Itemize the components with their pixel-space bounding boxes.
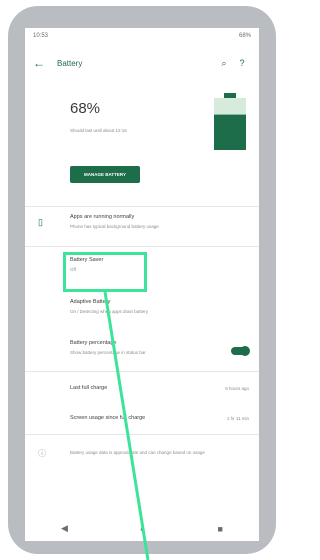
- app-bar: ← Battery ⌕ ?: [25, 48, 259, 78]
- nav-home-icon[interactable]: ●: [140, 524, 145, 534]
- battery-percentage-row[interactable]: Battery percentage Show battery percenta…: [25, 333, 259, 367]
- battery-percentage-subtitle: Show battery percentage in status bar: [70, 350, 146, 355]
- apps-status-subtitle: Phone has typical background battery usa…: [70, 224, 159, 229]
- status-battery: 68%: [238, 33, 251, 39]
- page-title: Battery: [57, 58, 83, 68]
- battery-percentage-toggle[interactable]: [231, 346, 250, 356]
- apps-status-title: Apps are running normally: [70, 214, 135, 220]
- battery-estimate: Should last until about 12:15: [70, 128, 127, 133]
- nav-bar: ◀ ● ■: [25, 516, 259, 541]
- manage-battery-button[interactable]: MANAGE BATTERY: [70, 166, 140, 183]
- adaptive-battery-title: Adaptive Battery: [70, 299, 111, 305]
- status-time: 10:53: [33, 33, 49, 39]
- usage-info-row: ⓘ Battery usage data is approximate and …: [25, 440, 259, 474]
- screen-usage-title: Screen usage since full charge: [70, 415, 146, 421]
- divider: [25, 206, 259, 207]
- last-charge-row: Last full charge 6 hours ago: [25, 376, 259, 402]
- info-icon: ⓘ: [38, 449, 46, 458]
- screen-usage-row: Screen usage since full charge 1 hr 11 m…: [25, 406, 259, 432]
- arrow-left-icon[interactable]: ←: [33, 56, 51, 70]
- adaptive-battery-subtitle: On / Detecting when apps drain battery: [70, 309, 149, 314]
- battery-percentage-title: Battery percentage: [70, 340, 117, 346]
- screen-usage-value: 1 hr 11 min: [226, 416, 249, 421]
- search-icon[interactable]: ⌕: [215, 58, 233, 69]
- nav-recents-icon[interactable]: ■: [218, 524, 223, 534]
- divider: [25, 434, 259, 435]
- last-charge-value: 6 hours ago: [225, 386, 249, 391]
- nav-back-icon[interactable]: ◀: [61, 523, 68, 534]
- highlight-box: [63, 252, 147, 292]
- battery-icon: [214, 93, 246, 150]
- adaptive-battery-row[interactable]: Adaptive Battery On / Detecting when app…: [25, 293, 259, 327]
- battery-leaf-icon: ▯: [38, 217, 43, 227]
- usage-info-text: Battery usage data is approximate and ca…: [70, 450, 205, 455]
- last-charge-title: Last full charge: [70, 385, 108, 391]
- battery-percentage: 68%: [70, 100, 101, 117]
- status-bar: 10:53 68%: [25, 28, 259, 44]
- apps-status-row[interactable]: ▯ Apps are running normally Phone has ty…: [25, 210, 259, 244]
- divider: [25, 371, 259, 372]
- divider: [25, 246, 259, 247]
- help-icon[interactable]: ?: [233, 58, 251, 68]
- battery-summary: 68% Should last until about 12:15 MANAGE…: [25, 86, 259, 201]
